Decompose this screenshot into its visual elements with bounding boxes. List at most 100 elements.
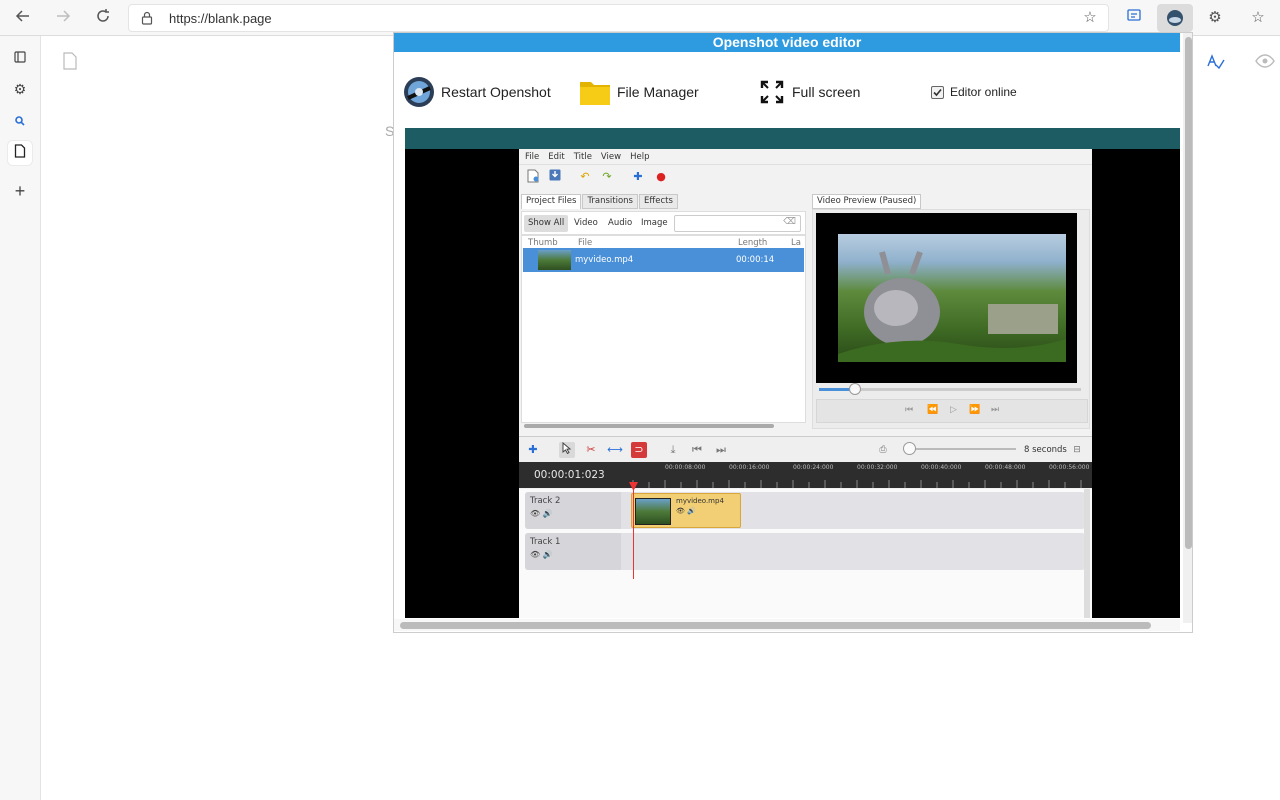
track-name: Track 1 [530,537,561,547]
page-icon[interactable] [8,141,32,165]
clear-search-icon[interactable]: ⌫ [783,217,796,227]
snapping-icon[interactable]: ⊃ [631,442,647,458]
filter-video[interactable]: Video [570,215,602,232]
import-files-icon[interactable]: ✚ [630,169,646,185]
clip-thumbnail [635,498,671,525]
new-project-icon[interactable] [525,169,541,185]
popup-horizontal-scrollbar[interactable] [394,619,1180,631]
visibility-icon[interactable]: 👁 [530,550,540,559]
jump-end-icon[interactable]: ⏭ [991,405,999,415]
browser-toolbar: https://blank.page ☆ ⚙ ☆ [0,0,1280,36]
undo-icon[interactable]: ↶ [577,169,593,185]
zoom-slider-track[interactable] [906,448,1016,450]
add-marker-icon[interactable]: ⤓ [665,442,681,458]
menu-edit[interactable]: Edit [548,152,564,162]
playhead-line[interactable] [633,482,634,579]
column-thumb[interactable]: Thumb [528,238,558,248]
column-length[interactable]: Length [738,238,767,248]
audio-icon[interactable]: 🔊 [543,509,553,518]
video-frame [816,213,1077,383]
right-panel [1195,36,1280,800]
menu-file[interactable]: File [525,152,539,162]
audio-icon[interactable]: 🔊 [543,550,553,559]
jump-start-icon[interactable]: ⏮ [905,405,913,415]
zoom-label: 8 seconds [1024,445,1067,455]
filter-audio[interactable]: Audio [604,215,636,232]
project-tabs: Project Files Transitions Effects [521,194,679,209]
clip-visibility-icon[interactable]: 👁 [676,507,685,515]
file-length: 00:00:14 [736,255,775,265]
tab-effects[interactable]: Effects [638,194,678,209]
menu-view[interactable]: View [601,152,621,162]
tab-project-files[interactable]: Project Files [521,194,582,209]
spellcheck-icon[interactable] [1205,52,1225,77]
fast-forward-icon[interactable]: ⏩ [969,405,980,415]
resize-icon[interactable]: ⟷ [607,442,623,458]
next-marker-icon[interactable]: ⏭ [713,442,729,458]
favorites-icon[interactable]: ☆ [1248,8,1268,28]
tab-transitions[interactable]: Transitions [582,194,638,209]
add-track-icon[interactable]: ✚ [525,442,541,458]
timeline-scrollbar[interactable] [1084,489,1090,618]
redo-icon[interactable]: ↷ [599,169,615,185]
filter-image[interactable]: Image [637,215,672,232]
restart-openshot-button[interactable]: Restart Openshot [403,76,551,108]
menu-help[interactable]: Help [630,152,649,162]
zoom-slider-handle[interactable] [903,442,916,455]
visibility-icon[interactable]: 👁 [530,509,540,518]
popup-title: Openshot video editor [394,33,1180,52]
column-file[interactable]: File [578,238,592,248]
openshot-window: File Edit Title View Help ↶ ↷ ✚ ● Projec… [519,149,1092,618]
back-icon[interactable] [12,7,34,29]
openshot-logo-icon [403,76,435,108]
track-row[interactable]: Track 2 👁 🔊 myvideo.mp4 👁 🔊 [525,492,1085,529]
previous-marker-icon[interactable]: ⏮ [689,442,705,458]
file-manager-button[interactable]: File Manager [579,76,699,108]
menu-title[interactable]: Title [574,152,592,162]
rewind-icon[interactable]: ⏪ [927,405,938,415]
address-bar[interactable]: https://blank.page [128,4,1109,32]
fullscreen-icon [760,80,784,104]
popup-vertical-scrollbar[interactable] [1183,33,1192,623]
remote-desktop-header [405,128,1180,149]
file-search-input[interactable]: ⌫ [674,215,801,232]
favorite-add-icon[interactable]: ☆ [1080,8,1100,28]
file-list-scrollbar[interactable] [521,422,806,430]
search-icon[interactable] [8,109,32,133]
add-icon[interactable]: + [8,179,32,203]
column-label[interactable]: La [791,238,801,248]
zoom-out-icon[interactable]: ⊟ [1069,442,1085,458]
url-text: https://blank.page [169,11,272,26]
extensions-icon[interactable]: ⚙ [1205,8,1225,28]
full-screen-label: Full screen [792,84,861,100]
preview-seek-slider[interactable] [819,383,1081,395]
save-project-icon[interactable] [547,169,563,185]
record-icon[interactable]: ● [653,169,669,185]
profile-icon[interactable] [1157,4,1193,32]
track-row[interactable]: Track 1 👁 🔊 [525,533,1085,570]
extension-icon[interactable]: ⚙ [8,77,32,101]
filter-show-all[interactable]: Show All [524,215,569,232]
timeline-ruler[interactable]: 00:00:01:023 00:00:08:000 00:00:16:000 0… [519,462,1092,488]
video-preview-panel: ⏮ ⏪ ▷ ⏩ ⏭ [812,209,1090,429]
video-preview-tab[interactable]: Video Preview (Paused) [812,194,922,209]
play-icon[interactable]: ▷ [950,405,957,415]
razor-tool-icon[interactable]: ✂ [583,442,599,458]
file-row[interactable]: myvideo.mp4 00:00:14 [523,248,804,272]
tab-actions-icon[interactable] [8,46,32,70]
forward-icon[interactable] [52,7,74,29]
timeline-clip[interactable]: myvideo.mp4 👁 🔊 [631,493,741,528]
collections-icon[interactable] [1124,8,1144,28]
timeline-tracks: Track 2 👁 🔊 myvideo.mp4 👁 🔊 Track 1 👁 🔊 [519,489,1092,618]
editor-online-toggle[interactable]: Editor online [931,76,1017,108]
full-screen-button[interactable]: Full screen [760,76,860,108]
filter-row: Show All Video Audio Image ⌫ [521,211,806,235]
center-timeline-icon[interactable]: ⎙ [875,442,891,458]
checkbox-checked-icon[interactable] [931,85,944,99]
reload-icon[interactable] [92,7,114,29]
clip-audio-icon[interactable]: 🔊 [687,507,696,515]
eye-icon[interactable] [1255,54,1275,73]
select-tool-icon[interactable] [559,441,575,458]
project-file-list: Thumb File Length La myvideo.mp4 00:00:1… [521,235,806,423]
seek-handle[interactable] [849,383,861,395]
